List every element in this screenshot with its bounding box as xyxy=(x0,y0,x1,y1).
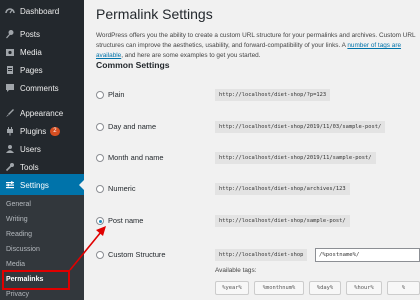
section-title: Common Settings xyxy=(96,60,170,70)
submenu-item-reading[interactable]: Reading xyxy=(6,231,32,238)
sidebar-item-label: Comments xyxy=(20,83,59,93)
submenu-item-writing[interactable]: Writing xyxy=(6,216,28,223)
option-label: Plain xyxy=(108,90,125,99)
sidebar-item-label: Settings xyxy=(20,180,49,190)
tag-button-hour[interactable]: %hour% xyxy=(346,281,382,295)
example-url: http://localhost/diet-shop/sample-post/ xyxy=(215,215,350,227)
intro-text: WordPress offers you the ability to crea… xyxy=(96,31,418,61)
available-tags-label: Available tags: xyxy=(215,267,257,274)
wrench-icon xyxy=(5,163,14,172)
annotation-highlight-box xyxy=(2,270,70,290)
tag-button-monthnum[interactable]: %monthnum% xyxy=(254,281,304,295)
settings-icon xyxy=(6,181,14,189)
update-count-badge: 2 xyxy=(50,126,60,136)
radio-button[interactable] xyxy=(96,154,104,162)
radio-button[interactable] xyxy=(96,251,104,259)
sidebar-item-label: Users xyxy=(20,144,41,154)
sidebar-item-label: Pages xyxy=(20,65,43,75)
option-label: Numeric xyxy=(108,184,136,193)
submenu-item-general[interactable]: General xyxy=(6,201,31,208)
option-label: Post name xyxy=(108,216,144,225)
option-label: Custom Structure xyxy=(108,250,166,259)
dashboard-icon xyxy=(5,8,15,14)
option-month-and-name[interactable]: Month and name http://localhost/diet-sho… xyxy=(96,150,420,166)
submenu-item-media[interactable]: Media xyxy=(6,261,25,268)
example-url: http://localhost/diet-shop/archives/123 xyxy=(215,183,350,195)
page-title: Permalink Settings xyxy=(96,6,213,22)
pin-icon xyxy=(6,30,14,39)
example-url: http://localhost/diet-shop/2019/11/03/sa… xyxy=(215,121,386,133)
radio-button-selected[interactable] xyxy=(96,217,104,225)
sidebar-item-label: Plugins xyxy=(20,126,47,136)
example-url: http://localhost/diet-shop/?p=123 xyxy=(215,89,331,101)
main-content: Permalink Settings WordPress offers you … xyxy=(84,0,420,300)
example-url: http://localhost/diet-shop/2019/11/sampl… xyxy=(215,152,376,164)
tag-button-more[interactable]: % xyxy=(387,281,420,295)
plug-icon xyxy=(7,127,13,136)
option-day-and-name[interactable]: Day and name http://localhost/diet-shop/… xyxy=(96,119,420,135)
comment-icon xyxy=(6,84,14,92)
page-icon xyxy=(7,66,13,74)
custom-url-prefix: http://localhost/diet-shop xyxy=(215,249,308,261)
user-icon xyxy=(6,145,14,153)
media-icon xyxy=(6,49,14,56)
intro-text-part: , and here are some examples to get you … xyxy=(121,52,261,59)
option-label: Day and name xyxy=(108,122,157,131)
option-numeric[interactable]: Numeric http://localhost/diet-shop/archi… xyxy=(96,181,420,197)
brush-icon xyxy=(6,109,14,117)
sidebar-item-comments[interactable]: Comments xyxy=(0,77,84,99)
option-post-name[interactable]: Post name http://localhost/diet-shop/sam… xyxy=(96,213,420,229)
submenu-item-privacy[interactable]: Privacy xyxy=(6,291,29,298)
tag-button-day[interactable]: %day% xyxy=(309,281,341,295)
tag-button-year[interactable]: %year% xyxy=(215,281,249,295)
submenu-item-discussion[interactable]: Discussion xyxy=(6,246,40,253)
sidebar-item-label: Media xyxy=(20,47,42,57)
sidebar-item-dashboard[interactable]: Dashboard xyxy=(0,0,84,22)
radio-button[interactable] xyxy=(96,123,104,131)
radio-button[interactable] xyxy=(96,91,104,99)
custom-structure-input[interactable]: /%postname%/ xyxy=(315,248,420,262)
option-plain[interactable]: Plain http://localhost/diet-shop/?p=123 xyxy=(96,87,420,103)
admin-sidebar: Dashboard Posts Media Pages Comments App… xyxy=(0,0,84,300)
sidebar-item-label: Tools xyxy=(20,162,39,172)
option-label: Month and name xyxy=(108,153,164,162)
sidebar-item-label: Posts xyxy=(20,29,41,39)
sidebar-item-settings[interactable]: Settings xyxy=(0,174,84,196)
radio-button[interactable] xyxy=(96,185,104,193)
sidebar-item-label: Dashboard xyxy=(20,6,60,16)
intro-text-part: links. A xyxy=(325,42,348,49)
sidebar-item-label: Appearance xyxy=(20,108,64,118)
